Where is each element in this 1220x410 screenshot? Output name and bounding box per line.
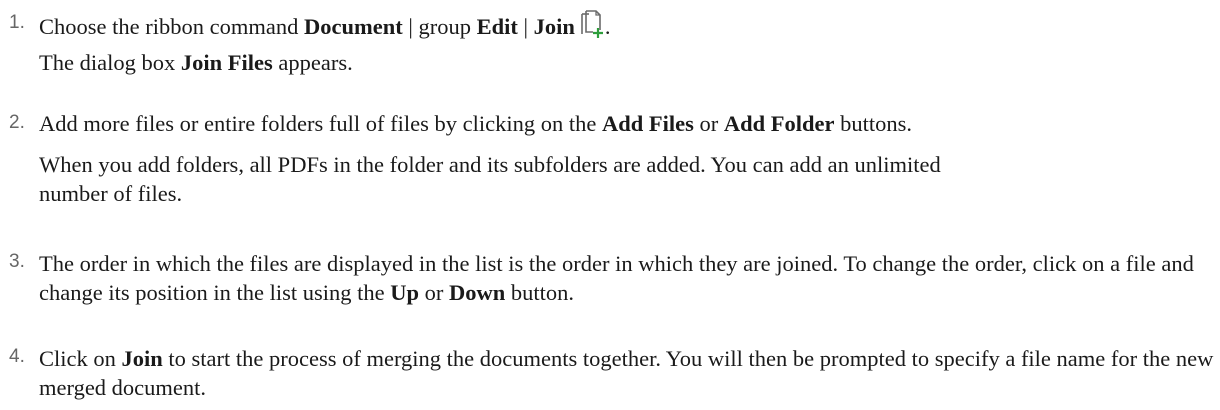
step-2-paragraph: When you add folders, all PDFs in the fo… [39, 152, 941, 206]
step-3-paragraph: The order in which the files are display… [39, 251, 1194, 305]
button-name-down: Down [449, 280, 506, 305]
ribbon-command-join: Join [533, 14, 575, 39]
button-name-join: Join [121, 346, 163, 371]
ribbon-group-edit: Edit [476, 14, 518, 39]
step-2-number: 2. [9, 112, 25, 133]
button-name-up: Up [390, 280, 419, 305]
step-2-line-1: Add more files or entire folders full of… [39, 111, 913, 136]
step-4-paragraph: Click on Join to start the process of me… [39, 346, 1214, 400]
step-1-line-1: Choose the ribbon command Document | gro… [39, 10, 611, 47]
step-1-line-2: The dialog box Join Files appears. [39, 50, 353, 75]
dialog-name-join-files: Join Files [180, 50, 273, 75]
button-name-add-folder: Add Folder [723, 111, 835, 136]
step-3-number: 3. [9, 251, 25, 272]
button-name-add-files: Add Files [601, 111, 694, 136]
join-files-icon [579, 10, 605, 47]
step-4-number: 4. [9, 346, 25, 367]
ribbon-tab-document: Document [303, 14, 403, 39]
step-1-number: 1. [9, 12, 25, 33]
